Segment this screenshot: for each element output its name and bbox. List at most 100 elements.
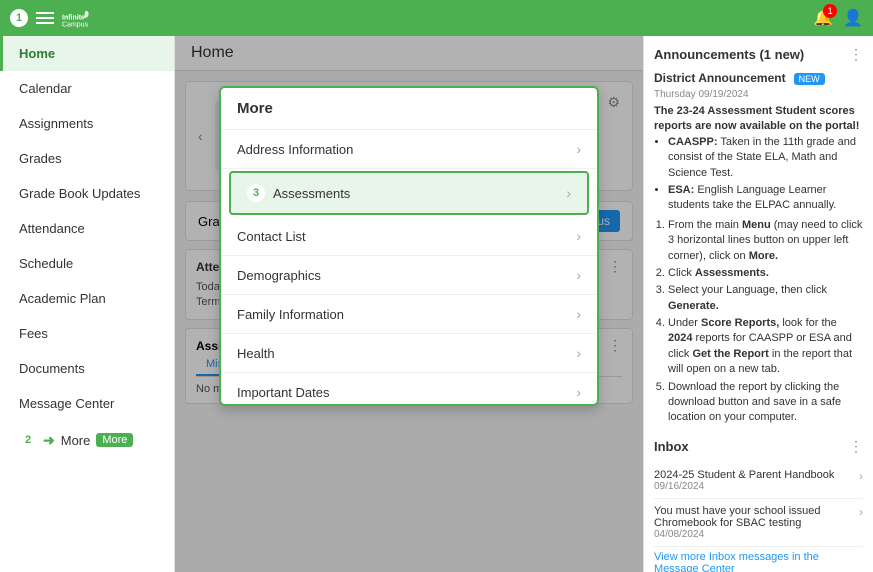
inbox-header: Inbox ⋮ bbox=[654, 438, 863, 455]
sidebar-item-schedule[interactable]: Schedule bbox=[0, 246, 174, 281]
inbox-item-1-content: 2024-25 Student & Parent Handbook 09/16/… bbox=[654, 469, 834, 492]
hamburger-line bbox=[36, 22, 54, 24]
svg-text:Infinite: Infinite bbox=[62, 14, 85, 21]
logo-icon: Infinite Campus bbox=[62, 8, 90, 28]
more-item-demographics[interactable]: Demographics › bbox=[221, 256, 597, 295]
more-item-family[interactable]: Family Information › bbox=[221, 295, 597, 334]
user-profile-button[interactable]: 👤 bbox=[843, 8, 863, 28]
important-dates-label: Important Dates bbox=[237, 385, 330, 400]
sidebar-attendance-label: Attendance bbox=[19, 221, 85, 236]
step-5-text: Download the report by clicking the down… bbox=[668, 380, 863, 426]
announcement-title-text: District Announcement bbox=[654, 71, 786, 85]
sidebar-calendar-label: Calendar bbox=[19, 81, 72, 96]
announcement-bullets: CAASPP: Taken in the 11th grade and cons… bbox=[668, 135, 863, 214]
inbox-item-1-title: 2024-25 Student & Parent Handbook bbox=[654, 469, 834, 481]
step-1-text: From the main Menu (may need to click 3 … bbox=[668, 218, 863, 264]
sidebar-fees-label: Fees bbox=[19, 326, 48, 341]
svg-text:Campus: Campus bbox=[62, 21, 89, 28]
right-panel: Announcements (1 new) ⋮ District Announc… bbox=[643, 36, 873, 572]
more-arrow-icon: ➜ bbox=[43, 432, 55, 449]
app-body: Home Calendar Assignments Grades Grade B… bbox=[0, 36, 873, 572]
step-1-indicator: 1 bbox=[10, 9, 28, 27]
sidebar-item-academic[interactable]: Academic Plan bbox=[0, 281, 174, 316]
hamburger-line bbox=[36, 17, 54, 19]
header-right: 🔔 1 👤 bbox=[813, 8, 863, 28]
sidebar-item-more[interactable]: 2 ➜ More More bbox=[0, 421, 174, 459]
announcements-more-button[interactable]: ⋮ bbox=[849, 46, 863, 63]
assessments-left: 3 Assessments bbox=[247, 184, 350, 202]
sidebar-schedule-label: Schedule bbox=[19, 256, 73, 271]
more-item-assessments[interactable]: 3 Assessments › bbox=[229, 171, 589, 215]
more-item-important-dates[interactable]: Important Dates › bbox=[221, 373, 597, 406]
family-label: Family Information bbox=[237, 307, 344, 322]
notifications-button[interactable]: 🔔 1 bbox=[813, 8, 833, 28]
logo: Infinite Campus bbox=[62, 8, 90, 28]
step-4-text: Under Score Reports, look for the 2024 r… bbox=[668, 316, 863, 378]
inbox-chevron-icon: › bbox=[859, 469, 863, 483]
inbox-section: Inbox ⋮ 2024-25 Student & Parent Handboo… bbox=[654, 438, 863, 572]
app-container: 1 Infinite Campus 🔔 1 👤 bbox=[0, 0, 873, 572]
inbox-item-2[interactable]: You must have your school issued Chromeb… bbox=[654, 499, 863, 547]
sidebar-item-fees[interactable]: Fees bbox=[0, 316, 174, 351]
sidebar-item-grades[interactable]: Grades bbox=[0, 141, 174, 176]
esa-label: ESA: bbox=[668, 184, 694, 196]
sidebar-item-home[interactable]: Home bbox=[0, 36, 174, 71]
inbox-title: Inbox bbox=[654, 439, 689, 454]
demographics-chevron-icon: › bbox=[576, 267, 581, 283]
esa-text: English Language Learner students take t… bbox=[668, 184, 836, 211]
announcement-steps: From the main Menu (may need to click 3 … bbox=[668, 218, 863, 426]
sidebar-gradebook-label: Grade Book Updates bbox=[19, 186, 140, 201]
contact-chevron-icon: › bbox=[576, 228, 581, 244]
more-item-contact[interactable]: Contact List › bbox=[221, 217, 597, 256]
bullet-1: CAASPP: Taken in the 11th grade and cons… bbox=[668, 135, 863, 181]
new-badge: NEW bbox=[794, 73, 825, 85]
inbox-more-button[interactable]: ⋮ bbox=[849, 438, 863, 455]
more-item-address[interactable]: Address Information › bbox=[221, 130, 597, 169]
sidebar-home-label: Home bbox=[19, 46, 55, 61]
hamburger-line bbox=[36, 12, 54, 14]
sidebar-documents-label: Documents bbox=[19, 361, 85, 376]
sidebar-assignments-label: Assignments bbox=[19, 116, 93, 131]
sidebar-academic-label: Academic Plan bbox=[19, 291, 106, 306]
caaspp-label: CAASPP: bbox=[668, 136, 718, 148]
inbox-item-2-content: You must have your school issued Chromeb… bbox=[654, 505, 859, 540]
announcement-item: District Announcement NEW Thursday 09/19… bbox=[654, 71, 863, 426]
inbox-item-1-date: 09/16/2024 bbox=[654, 481, 834, 492]
announcements-header: Announcements (1 new) ⋮ bbox=[654, 46, 863, 63]
step-2-text: Click Assessments. bbox=[668, 266, 863, 281]
sidebar-item-assignments[interactable]: Assignments bbox=[0, 106, 174, 141]
sidebar-item-gradebook[interactable]: Grade Book Updates bbox=[0, 176, 174, 211]
hamburger-button[interactable] bbox=[36, 12, 54, 24]
assessments-chevron-icon: › bbox=[566, 185, 571, 201]
inbox-item-1[interactable]: 2024-25 Student & Parent Handbook 09/16/… bbox=[654, 463, 863, 499]
top-header: 1 Infinite Campus 🔔 1 👤 bbox=[0, 0, 873, 36]
sidebar-item-calendar[interactable]: Calendar bbox=[0, 71, 174, 106]
announcements-section: Announcements (1 new) ⋮ District Announc… bbox=[654, 46, 863, 426]
announcement-date: Thursday 09/19/2024 bbox=[654, 89, 863, 100]
announcement-summary: The 23-24 Assessment Student scores repo… bbox=[654, 105, 859, 132]
inbox-item-2-title: You must have your school issued Chromeb… bbox=[654, 505, 859, 529]
more-item-health[interactable]: Health › bbox=[221, 334, 597, 373]
address-chevron-icon: › bbox=[576, 141, 581, 157]
health-label: Health bbox=[237, 346, 275, 361]
inbox-chevron-2-icon: › bbox=[859, 505, 863, 519]
sidebar-messages-label: Message Center bbox=[19, 396, 114, 411]
announcement-title-row: District Announcement NEW bbox=[654, 71, 863, 87]
step-3-text: Select your Language, then click Generat… bbox=[668, 283, 863, 314]
main-content: Home ‹ bbox=[175, 36, 643, 572]
more-panel-title: More bbox=[221, 88, 597, 130]
sidebar-item-messages[interactable]: Message Center bbox=[0, 386, 174, 421]
sidebar-item-attendance[interactable]: Attendance bbox=[0, 211, 174, 246]
step-3-indicator: 3 bbox=[247, 184, 265, 202]
assessments-label: Assessments bbox=[273, 186, 350, 201]
announcements-title: Announcements (1 new) bbox=[654, 47, 804, 62]
sidebar-grades-label: Grades bbox=[19, 151, 62, 166]
view-more-inbox-link[interactable]: View more Inbox messages in the Message … bbox=[654, 551, 863, 572]
sidebar-item-documents[interactable]: Documents bbox=[0, 351, 174, 386]
more-dropdown-overlay: More Address Information › 3 Assessments… bbox=[175, 36, 643, 572]
more-highlight-badge: More bbox=[96, 433, 133, 447]
announcement-content: The 23-24 Assessment Student scores repo… bbox=[654, 104, 863, 426]
user-icon: 👤 bbox=[843, 10, 863, 27]
demographics-label: Demographics bbox=[237, 268, 321, 283]
inbox-item-2-date: 04/08/2024 bbox=[654, 529, 859, 540]
